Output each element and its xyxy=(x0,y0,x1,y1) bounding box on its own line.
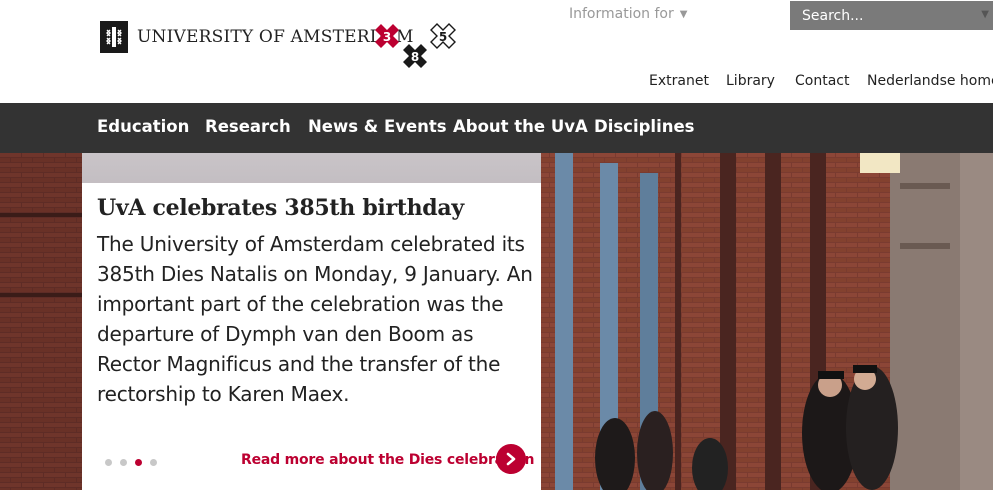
hero-title[interactable]: UvA celebrates 385th birthday xyxy=(97,195,464,221)
anniversary-digit-5: 5 xyxy=(439,30,447,44)
anniversary-cross-5: 5 xyxy=(430,23,456,49)
uva-logo-icon xyxy=(100,21,128,53)
hero-text: The University of Amsterdam celebrated i… xyxy=(97,232,533,406)
carousel-dot[interactable] xyxy=(150,459,157,466)
read-more-link[interactable]: Read more about the Dies celebration xyxy=(241,452,534,468)
anniversary-cross-3: 3 xyxy=(375,24,399,48)
carousel-dot[interactable] xyxy=(120,459,127,466)
hero-news-card: UvA celebrates 385th birthday The Univer… xyxy=(82,183,541,490)
carousel-dot-active[interactable] xyxy=(135,459,142,466)
anniversary-385-logo: 3 8 5 xyxy=(375,23,456,68)
nav-item-disciplines[interactable]: Disciplines xyxy=(594,117,695,136)
carousel-dot[interactable] xyxy=(105,459,112,466)
search-input[interactable] xyxy=(802,7,962,24)
university-logo[interactable]: UNIVERSITY OF AMSTERDAM xyxy=(100,21,414,53)
search-box[interactable]: ▼ xyxy=(790,1,993,30)
nav-item-news-events[interactable]: News & Events xyxy=(308,117,447,136)
anniversary-digit-3: 3 xyxy=(383,30,391,44)
utility-link-contact[interactable]: Contact xyxy=(795,73,849,89)
nav-item-about-the-uva[interactable]: About the UvA xyxy=(453,117,588,136)
utility-link-nederlandse-homepage[interactable]: Nederlandse homepage xyxy=(867,73,993,89)
site-header: UNIVERSITY OF AMSTERDAM 3 8 5 Informatio… xyxy=(0,0,993,103)
utility-link-library[interactable]: Library xyxy=(726,73,775,89)
nav-item-research[interactable]: Research xyxy=(205,117,291,136)
anniversary-cross-8: 8 xyxy=(403,44,427,68)
information-for-label: Information for xyxy=(569,6,674,22)
utility-link-extranet[interactable]: Extranet xyxy=(649,73,709,89)
anniversary-digit-8: 8 xyxy=(411,50,419,64)
hero-carousel: UvA celebrates 385th birthday The Univer… xyxy=(0,153,993,490)
information-for-dropdown[interactable]: Information for ▼ xyxy=(569,6,687,22)
carousel-dots xyxy=(105,459,157,466)
chevron-down-icon: ▼ xyxy=(679,8,688,20)
nav-item-education[interactable]: Education xyxy=(97,117,189,136)
arrow-right-icon[interactable] xyxy=(496,444,526,474)
main-navigation: Education Research News & Events About t… xyxy=(0,103,993,153)
chevron-down-icon[interactable]: ▼ xyxy=(981,9,989,20)
